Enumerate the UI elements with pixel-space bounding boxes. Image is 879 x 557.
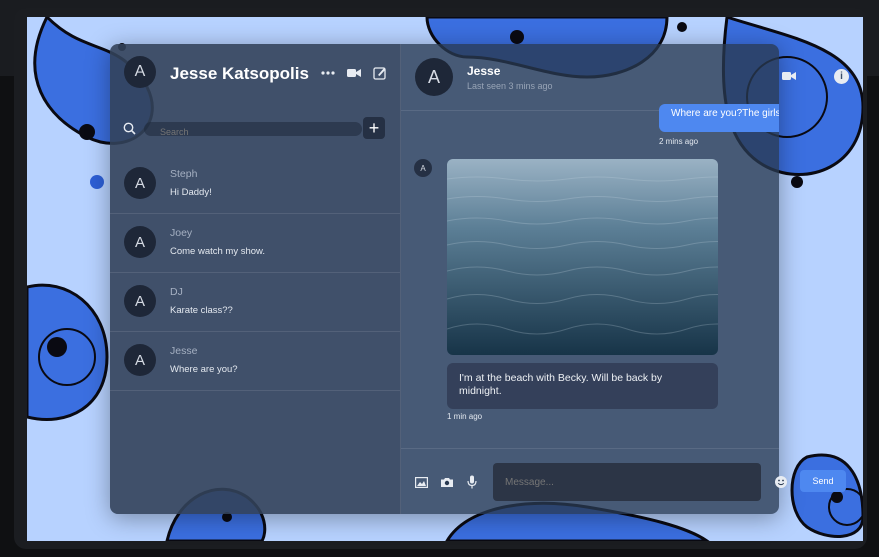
conversation-sidebar: A Jesse Katsopolis + A Steph Hi Daddy! (110, 44, 401, 514)
plus-icon: + (368, 117, 380, 138)
contact-name: Jesse (467, 64, 501, 78)
search-input[interactable] (144, 125, 350, 139)
conversation-name: Steph (170, 168, 198, 180)
conversation-preview: Where are you? (170, 364, 238, 375)
contact-avatar[interactable]: A (415, 58, 453, 96)
message-field (493, 463, 761, 501)
conversation-name: Joey (170, 227, 193, 239)
conversation-item-dj[interactable]: A DJ Karate class?? (110, 272, 400, 332)
chat-header: A Jesse Last seen 3 mins ago (401, 44, 779, 111)
new-conversation-button[interactable]: + (363, 117, 385, 139)
message-timestamp: 1 min ago (447, 412, 483, 421)
conversation-preview: Come watch my show. (170, 246, 266, 257)
search-icon (122, 121, 136, 135)
conversation-item-joey[interactable]: A Joey Come watch my show. (110, 213, 400, 273)
video-icon[interactable] (346, 66, 362, 80)
info-icon[interactable]: i (834, 69, 849, 84)
avatar: A (124, 344, 156, 376)
mic-icon[interactable] (466, 474, 478, 490)
send-button[interactable]: Send (800, 470, 846, 492)
emoji-icon[interactable] (773, 474, 788, 489)
conversation-item-jesse[interactable]: A Jesse Where are you? (110, 331, 400, 391)
incoming-message: I'm at the beach with Becky. Will be bac… (447, 363, 718, 409)
camera-icon[interactable] (440, 475, 454, 489)
shared-photo[interactable] (447, 159, 718, 355)
conversation-preview: Hi Daddy! (170, 187, 212, 198)
conversation-item-steph[interactable]: A Steph Hi Daddy! (110, 154, 400, 214)
avatar: A (124, 226, 156, 258)
conversation-name: Jesse (170, 345, 198, 357)
conversation-preview: Karate class?? (170, 305, 233, 316)
sender-avatar: A (414, 159, 432, 177)
avatar: A (124, 285, 156, 317)
messenger-window: A Jesse Katsopolis + A Steph Hi Daddy! (110, 44, 779, 514)
message-timestamp: 2 mins ago (659, 137, 699, 146)
avatar: A (124, 167, 156, 199)
outgoing-message: Where are you?The girls miss you. (659, 104, 779, 132)
message-text: Where are you?The girls miss you. (671, 108, 779, 119)
image-icon[interactable] (414, 475, 428, 489)
search-field (144, 122, 362, 139)
video-call-icon[interactable] (781, 69, 797, 83)
user-name: Jesse Katsopolis (170, 64, 309, 83)
compose-icon[interactable] (372, 66, 388, 80)
conversation-name: DJ (170, 286, 183, 298)
chat-panel: A Jesse Last seen 3 mins ago Where are y… (401, 44, 779, 514)
more-icon[interactable] (320, 66, 336, 80)
contact-status: Last seen 3 mins ago (467, 81, 553, 91)
message-text: I'm at the beach with Becky. Will be bac… (459, 372, 663, 397)
message-composer (401, 448, 779, 514)
user-avatar[interactable]: A (124, 56, 156, 88)
search-row (122, 118, 392, 140)
message-input[interactable] (493, 463, 745, 501)
